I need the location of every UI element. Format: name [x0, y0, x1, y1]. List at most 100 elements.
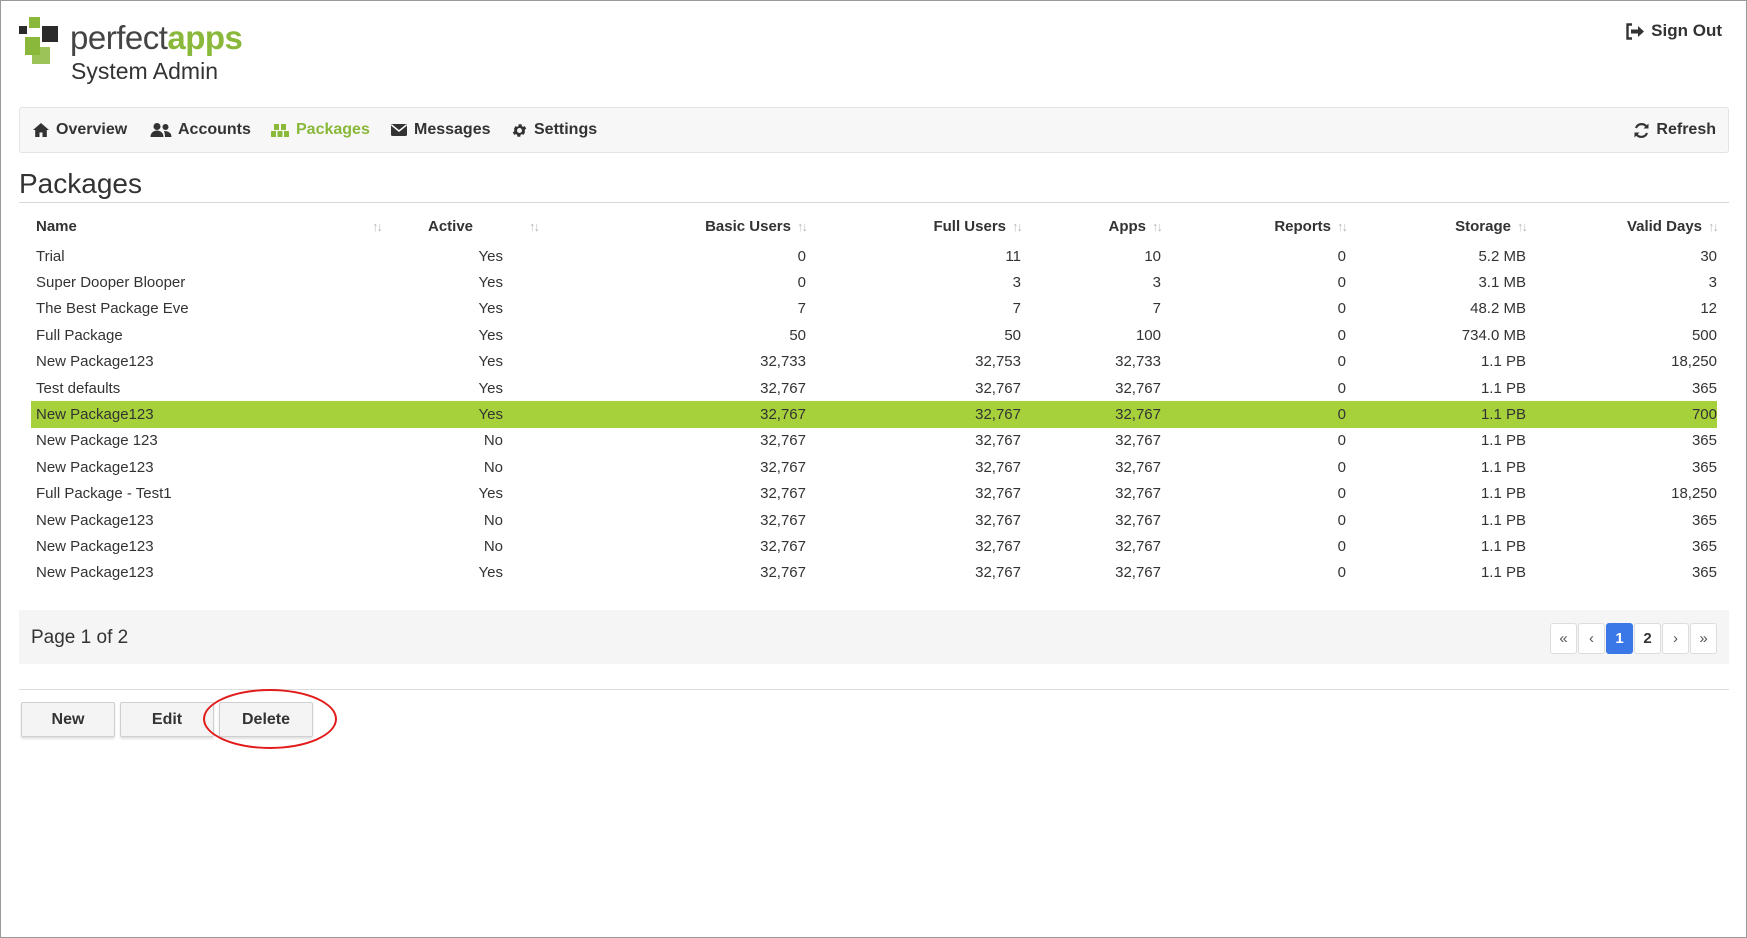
cell-apps: 32,767 — [1115, 432, 1161, 450]
cell-name: Trial — [36, 247, 65, 265]
cell-full-users: 50 — [1004, 326, 1021, 344]
cell-name: New Package123 — [36, 511, 154, 529]
cell-valid-days: 365 — [1691, 511, 1717, 529]
cell-storage: 48.2 MB — [1470, 300, 1526, 318]
cell-apps: 10 — [1144, 247, 1161, 265]
cell-storage: 1.1 PB — [1480, 485, 1526, 503]
table-row[interactable]: Super Dooper Blooper Yes 0 3 3 0 3.1 MB 3 — [31, 269, 1717, 295]
first-page-button[interactable]: « — [1550, 623, 1577, 654]
sign-out-label: Sign Out — [1651, 21, 1722, 40]
actions-divider — [19, 689, 1729, 690]
table-row[interactable]: New Package123 Yes 32,767 32,767 32,767 0 1.1 … — [31, 560, 1717, 586]
new-button[interactable]: New — [21, 702, 115, 737]
cell-valid-days: 365 — [1691, 564, 1717, 582]
column-header-basic-users[interactable]: Basic Users ↑↓ — [651, 215, 808, 237]
delete-button[interactable]: Delete — [219, 702, 313, 737]
cell-apps: 32,733 — [1115, 353, 1161, 371]
column-header-active[interactable]: Active ↑↓ — [428, 215, 540, 237]
nav-accounts[interactable]: Accounts — [150, 108, 251, 152]
page-2-button[interactable]: 2 — [1634, 623, 1661, 654]
nav-messages[interactable]: Messages — [390, 108, 491, 152]
nav-packages[interactable]: Packages — [270, 108, 370, 152]
column-header-full-users[interactable]: Full Users ↑↓ — [866, 215, 1023, 237]
cell-reports: 0 — [1337, 537, 1346, 555]
cell-valid-days: 365 — [1691, 432, 1717, 450]
cell-name: The Best Package Eve — [36, 300, 189, 318]
table-row[interactable]: The Best Package Eve Yes 7 7 7 0 48.2 MB 12 — [31, 296, 1717, 322]
cell-reports: 0 — [1337, 458, 1346, 476]
column-header-label: Basic Users — [705, 217, 791, 235]
nav-packages-label: Packages — [296, 121, 370, 138]
table-row[interactable]: Full Package - Test1 Yes 32,767 32,767 32,76… — [31, 481, 1717, 507]
nav-overview[interactable]: Overview — [32, 108, 127, 152]
table-row[interactable]: New Package123 Yes 32,733 32,753 32,733 0 1.1 … — [31, 349, 1717, 375]
sort-icon: ↑↓ — [372, 218, 383, 234]
sort-icon: ↑↓ — [1517, 218, 1528, 234]
cell-storage: 1.1 PB — [1480, 537, 1526, 555]
cell-storage: 1.1 PB — [1480, 432, 1526, 450]
cell-full-users: 32,767 — [975, 458, 1021, 476]
cell-reports: 0 — [1337, 432, 1346, 450]
cell-reports: 0 — [1337, 353, 1346, 371]
table-row[interactable]: Trial Yes 0 11 10 0 5.2 MB 30 — [31, 243, 1717, 269]
nav-settings-label: Settings — [534, 121, 598, 138]
cell-apps: 32,767 — [1115, 379, 1161, 397]
cell-apps: 32,767 — [1115, 485, 1161, 503]
sign-out-icon — [1626, 22, 1645, 40]
prev-page-button[interactable]: ‹ — [1578, 623, 1605, 654]
cell-name: New Package123 — [36, 564, 154, 582]
page-info: Page 1 of 2 — [31, 627, 129, 648]
table-row[interactable]: New Package123 No 32,767 32,767 32,767 0 1.1 P… — [31, 507, 1717, 533]
home-icon — [33, 123, 49, 137]
title-divider — [19, 202, 1729, 203]
column-header-label: Full Users — [933, 217, 1006, 235]
cell-active: Yes — [478, 300, 503, 318]
cell-active: Yes — [478, 485, 503, 503]
refresh-button[interactable]: Refresh — [1633, 108, 1716, 152]
column-header-storage[interactable]: Storage ↑↓ — [1371, 215, 1528, 237]
cell-basic-users: 32,767 — [760, 564, 806, 582]
cell-full-users: 7 — [1012, 300, 1021, 318]
column-header-label: Apps — [1108, 217, 1147, 235]
cell-full-users: 32,767 — [975, 564, 1021, 582]
table-row[interactable]: New Package123 No 32,767 32,767 32,767 0 1.1 P… — [31, 533, 1717, 559]
cell-name: New Package123 — [36, 458, 154, 476]
cell-apps: 32,767 — [1115, 537, 1161, 555]
cell-storage: 1.1 PB — [1480, 379, 1526, 397]
table-row[interactable]: New Package123 No 32,767 32,767 32,767 0 1.1 P… — [31, 454, 1717, 480]
last-page-button[interactable]: » — [1690, 623, 1717, 654]
pagination: « ‹ 1 2 › » — [1549, 623, 1717, 654]
cell-active: No — [483, 432, 503, 450]
table-row[interactable]: New Package123 Yes 32,767 32,767 32,767 0 1.1 … — [31, 401, 1717, 428]
packages-icon — [271, 124, 289, 137]
cell-reports: 0 — [1337, 247, 1346, 265]
cell-active: Yes — [478, 379, 503, 397]
page-1-button[interactable]: 1 — [1606, 623, 1633, 654]
cell-apps: 32,767 — [1115, 458, 1161, 476]
table-row[interactable]: New Package 123 No 32,767 32,767 32,767 0 1.1 … — [31, 428, 1717, 454]
cell-name: New Package123 — [36, 537, 154, 555]
next-page-button[interactable]: › — [1662, 623, 1689, 654]
column-header-label: Storage — [1455, 217, 1511, 235]
cell-valid-days: 500 — [1691, 326, 1717, 344]
column-header-apps[interactable]: Apps ↑↓ — [1031, 215, 1164, 237]
cell-storage: 1.1 PB — [1480, 353, 1526, 371]
column-header-valid-days[interactable]: Valid Days ↑↓ — [1561, 215, 1719, 237]
table-row[interactable]: Full Package Yes 50 50 100 0 734.0 MB 500 — [31, 322, 1717, 348]
column-header-name[interactable]: Name ↑↓ — [36, 215, 383, 237]
cell-basic-users: 32,767 — [760, 406, 806, 424]
cell-basic-users: 32,767 — [760, 432, 806, 450]
page-title: Packages — [19, 168, 142, 199]
sign-out-button[interactable]: Sign Out — [1625, 21, 1722, 41]
nav-settings[interactable]: Settings — [511, 108, 597, 152]
column-header-reports[interactable]: Reports ↑↓ — [1201, 215, 1348, 237]
cell-active: Yes — [478, 326, 503, 344]
cell-valid-days: 3 — [1708, 274, 1717, 292]
table-row[interactable]: Test defaults Yes 32,767 32,767 32,767 0 1.1 P… — [31, 375, 1717, 401]
column-header-label: Valid Days — [1626, 217, 1702, 235]
cell-storage: 5.2 MB — [1478, 247, 1526, 265]
envelope-icon — [391, 124, 407, 136]
cell-basic-users: 0 — [797, 247, 806, 265]
refresh-label: Refresh — [1656, 121, 1716, 138]
edit-button[interactable]: Edit — [120, 702, 214, 737]
